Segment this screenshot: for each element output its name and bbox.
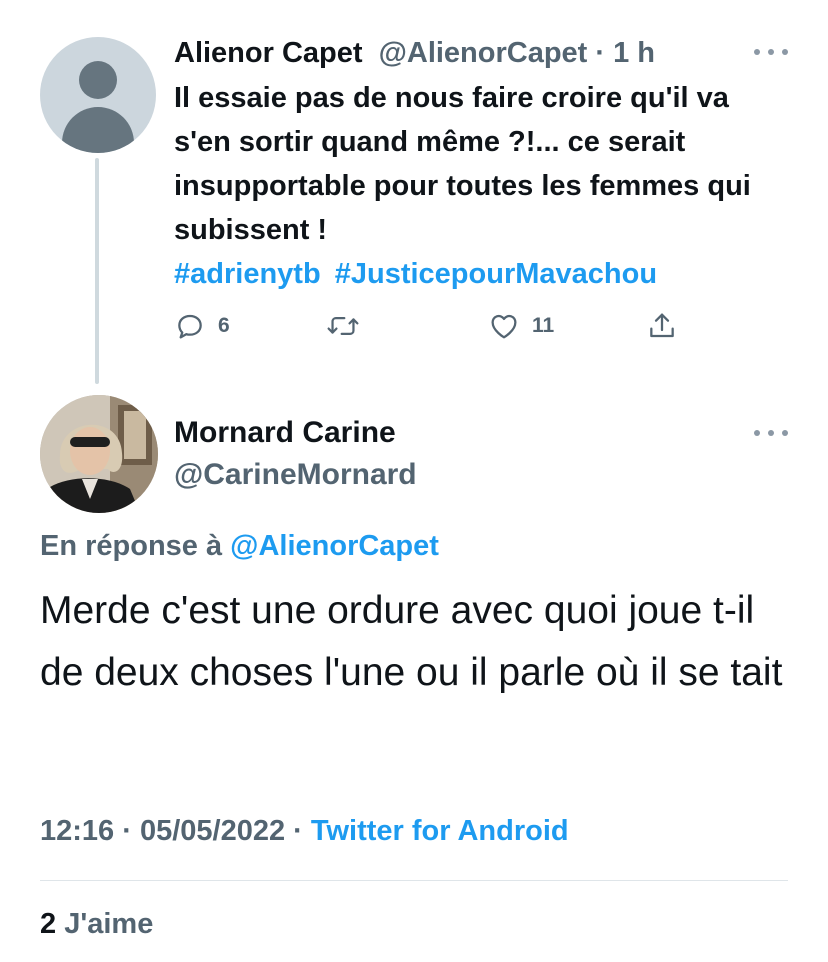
heart-icon: [491, 314, 517, 339]
hashtag-link[interactable]: #adrienytb: [174, 258, 321, 290]
retweet-icon: [327, 317, 359, 335]
tweet-text: Merde c'est une ordure avec quoi joue t-…: [40, 589, 783, 694]
retweet-button[interactable]: [326, 306, 360, 346]
likes-summary[interactable]: 2 J'aime: [40, 905, 153, 943]
reply-button[interactable]: 6: [174, 306, 230, 346]
parent-tweet-text: Il essaie pas de nous faire croire qu'il…: [174, 82, 751, 246]
like-count: 11: [532, 314, 555, 337]
like-button[interactable]: 11: [488, 306, 554, 346]
tweet-time[interactable]: 12:16: [40, 815, 114, 847]
thread-connector-line: [95, 158, 99, 384]
parent-tweet-actions: 6 11: [174, 306, 694, 346]
share-icon: [650, 313, 674, 338]
tweet-source-link[interactable]: Twitter for Android: [311, 815, 569, 847]
default-profile-icon: [79, 61, 117, 99]
reply-mention-link[interactable]: @AlienorCapet: [230, 530, 439, 562]
reply-icon: [178, 314, 202, 339]
meta-separator: ·: [587, 37, 614, 69]
replying-to-line: En réponse à @AlienorCapet: [40, 527, 439, 565]
parent-handle[interactable]: @AlienorCapet: [379, 37, 588, 69]
tweet-date[interactable]: 05/05/2022: [140, 815, 285, 847]
timestamp-separator: ·: [285, 815, 311, 847]
parent-timestamp[interactable]: 1 h: [613, 37, 655, 69]
parent-tweet-header: Alienor Capet @AlienorCapet · 1 h: [174, 34, 788, 72]
author-handle[interactable]: @CarineMornard: [174, 456, 417, 494]
reply-prefix: En réponse à: [40, 530, 231, 562]
likes-count: 2: [40, 908, 57, 940]
parent-tweet-hashtags: #adrienytb #JusticepourMavachou: [174, 252, 794, 296]
author-display-name[interactable]: Mornard Carine: [174, 414, 396, 452]
carine-avatar[interactable]: [40, 395, 158, 513]
alienor-avatar[interactable]: [40, 37, 156, 153]
reply-count: 6: [218, 314, 230, 337]
tweet-detail-page: Alienor Capet @AlienorCapet · 1 h Il ess…: [0, 0, 828, 962]
hashtag-link[interactable]: #JusticepourMavachou: [335, 258, 657, 290]
share-button[interactable]: [646, 306, 678, 346]
more-options-icon[interactable]: [754, 42, 788, 62]
tweet-timestamp-line: 12:16 · 05/05/2022 · Twitter for Android: [40, 812, 569, 850]
more-options-icon[interactable]: [754, 423, 788, 443]
divider: [40, 880, 788, 881]
likes-label: J'aime: [64, 908, 154, 940]
profile-photo: [40, 395, 158, 513]
timestamp-separator: ·: [114, 815, 140, 847]
parent-display-name[interactable]: Alienor Capet: [174, 37, 363, 69]
